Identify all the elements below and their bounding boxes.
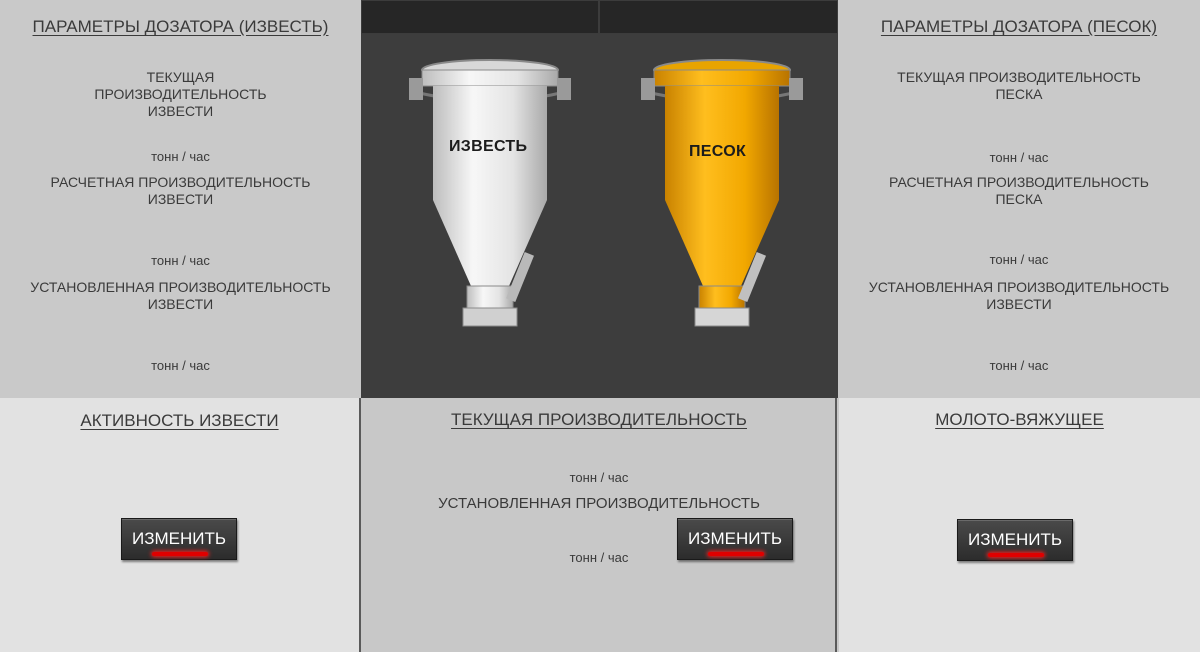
button-label: ИЗМЕНИТЬ [131, 529, 227, 548]
sand-calc-label: РАСЧЕТНАЯ ПРОИЗВОДИТЕЛЬНОСТЬ ПЕСКА [889, 174, 1149, 207]
button-indicator [988, 553, 1044, 557]
lime-current-unit: тонн / час [151, 149, 210, 164]
button-label: ИЗМЕНИТЬ [967, 530, 1063, 549]
lime-dosator-panel: ПАРАМЕТРЫ ДОЗАТОРА (ИЗВЕСТЬ) ТЕКУЩАЯ ПРО… [0, 0, 361, 398]
button-indicator [708, 552, 764, 556]
sand-dosator-image [641, 59, 803, 327]
sand-calc-unit: тонн / час [989, 252, 1049, 267]
top-strip-left [361, 0, 599, 34]
lime-activity-panel: АКТИВНОСТЬ ИЗВЕСТИ ИЗМЕНИТЬ [0, 398, 361, 652]
top-strip-right [599, 0, 838, 34]
hammer-binder-change-button[interactable]: ИЗМЕНИТЬ [957, 519, 1073, 561]
button-label: ИЗМЕНИТЬ [687, 529, 783, 548]
sand-current-label: ТЕКУЩАЯ ПРОИЗВОДИТЕЛЬНОСТЬ ПЕСКА [897, 69, 1141, 102]
sand-current-unit: тонн / час [989, 150, 1049, 165]
lime-dosator-label: ИЗВЕСТЬ [449, 138, 528, 155]
lime-activity-title: АКТИВНОСТЬ ИЗВЕСТИ [80, 411, 279, 430]
lime-dosator-title: ПАРАМЕТРЫ ДОЗАТОРА (ИЗВЕСТЬ) [32, 17, 329, 36]
set-productivity-label: УСТАНОВЛЕННАЯ ПРОИЗВОДИТЕЛЬНОСТЬ [438, 495, 760, 512]
lime-dosator-image [409, 59, 571, 327]
current-productivity-title: ТЕКУЩАЯ ПРОИЗВОДИТЕЛЬНОСТЬ [451, 410, 747, 429]
sand-set-label: УСТАНОВЛЕННАЯ ПРОИЗВОДИТЕЛЬНОСТЬ ИЗВЕСТИ [868, 279, 1170, 312]
sand-dosator-panel: ПАРАМЕТРЫ ДОЗАТОРА (ПЕСОК) ТЕКУЩАЯ ПРОИЗ… [838, 0, 1200, 398]
lime-set-label: УСТАНОВЛЕННАЯ ПРОИЗВОДИТЕЛЬНОСТЬ ИЗВЕСТИ [30, 279, 331, 312]
hammer-binder-title: МОЛОТО-ВЯЖУЩЕЕ [935, 410, 1104, 429]
lime-current-label: ТЕКУЩАЯ ПРОИЗВОДИТЕЛЬНОСТЬ ИЗВЕСТИ [94, 69, 267, 119]
lime-set-unit: тонн / час [151, 358, 210, 373]
hammer-binder-panel: МОЛОТО-ВЯЖУЩЕЕ ИЗМЕНИТЬ [839, 398, 1200, 652]
button-indicator [152, 552, 208, 556]
dosator-visual-panel: ИЗВЕСТЬ ПЕСОК [361, 0, 838, 398]
lime-calc-unit: тонн / час [151, 253, 210, 268]
current-productivity-panel: ТЕКУЩАЯ ПРОИЗВОДИТЕЛЬНОСТЬ тонн / час УС… [363, 398, 837, 652]
productivity-change-button[interactable]: ИЗМЕНИТЬ [677, 518, 793, 560]
sand-dosator-label: ПЕСОК [689, 143, 747, 160]
lime-calc-label: РАСЧЕТНАЯ ПРОИЗВОДИТЕЛЬНОСТЬ ИЗВЕСТИ [50, 174, 311, 207]
lime-activity-change-button[interactable]: ИЗМЕНИТЬ [121, 518, 237, 560]
current-productivity-unit: тонн / час [569, 470, 629, 485]
sand-set-unit: тонн / час [989, 358, 1049, 373]
sand-dosator-title: ПАРАМЕТРЫ ДОЗАТОРА (ПЕСОК) [880, 17, 1158, 36]
